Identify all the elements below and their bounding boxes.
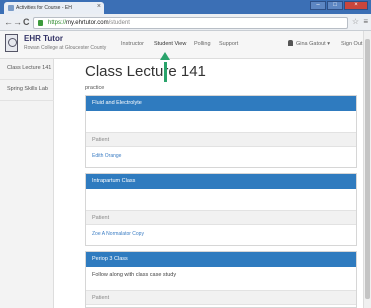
scrollbar[interactable] — [363, 31, 371, 308]
tab-close-icon[interactable]: × — [97, 3, 101, 10]
address-bar[interactable]: https://my.ehrtutor.com/student — [33, 17, 348, 29]
card-description — [86, 111, 356, 127]
patient-link[interactable]: Edith Orange — [92, 153, 121, 159]
activity-card: Fluid and Electrolyte Patient Edith Oran… — [85, 95, 357, 168]
user-name: Gina Gatout — [296, 41, 326, 47]
card-description — [86, 189, 356, 205]
chevron-down-icon: ▾ — [327, 41, 330, 47]
back-arrow-icon[interactable]: ← — [4, 17, 13, 27]
page-title: Class Lecture 141 — [85, 63, 206, 80]
sign-out-link[interactable]: Sign Out — [341, 41, 362, 47]
annotation-marker — [164, 62, 167, 82]
window-close-button[interactable]: × — [344, 1, 368, 10]
patient-label: Patient — [86, 210, 356, 225]
user-icon — [288, 40, 293, 46]
app-header: EHR Tutor Rowan College at Gloucester Co… — [0, 31, 363, 59]
lock-icon — [38, 20, 43, 26]
nav-polling[interactable]: Polling — [194, 41, 211, 47]
card-title[interactable]: Intrapartum Class — [86, 174, 356, 189]
browser-titlebar: Activities for Course - EH × – □ × — [0, 0, 371, 14]
tab-title: Activities for Course - EH — [16, 5, 72, 11]
url-path: /student — [108, 20, 130, 26]
activity-card: Periop 3 Class Follow along with class c… — [85, 251, 357, 308]
forward-arrow-icon[interactable]: → — [13, 17, 22, 27]
page-subtitle: practice — [85, 85, 105, 91]
patient-label: Patient — [86, 290, 356, 305]
sidebar: Class Lecture 141 Spring Skills Lab — [0, 59, 54, 308]
browser-toolbar: ← → C https://my.ehrtutor.com/student ☆ … — [0, 14, 371, 31]
activity-card: Intrapartum Class Patient Zoe A Normalat… — [85, 173, 357, 246]
ehr-tutor-logo-icon — [5, 34, 18, 52]
nav-support[interactable]: Support — [219, 41, 238, 47]
window-controls: – □ × — [310, 1, 368, 10]
card-description: Follow along with class case study — [92, 272, 177, 278]
pointer-arrow-icon — [160, 52, 170, 60]
sidebar-item-spring-skills-lab[interactable]: Spring Skills Lab — [0, 80, 54, 101]
card-title[interactable]: Periop 3 Class — [86, 252, 356, 267]
card-title[interactable]: Fluid and Electrolyte — [86, 96, 356, 111]
browser-tab[interactable]: Activities for Course - EH × — [4, 2, 104, 14]
maximize-button[interactable]: □ — [327, 1, 343, 10]
reload-icon[interactable]: C — [23, 17, 30, 27]
user-menu[interactable]: Gina Gatout ▾ — [296, 41, 330, 47]
minimize-button[interactable]: – — [310, 1, 326, 10]
browser-menu-icon[interactable]: ≡ — [363, 17, 368, 26]
patient-link[interactable]: Zoe A Normalator Copy — [92, 231, 144, 237]
nav-instructor[interactable]: Instructor — [121, 41, 144, 47]
url-domain: my.ehrtutor.com — [66, 20, 109, 26]
nav-student-view[interactable]: Student View — [154, 41, 186, 47]
sidebar-item-class-lecture-141[interactable]: Class Lecture 141 — [0, 59, 54, 80]
url-protocol: https:// — [48, 20, 67, 26]
bookmark-star-icon[interactable]: ☆ — [352, 17, 359, 26]
favicon-icon — [8, 5, 14, 11]
brand-title[interactable]: EHR Tutor — [24, 34, 63, 43]
brand-subtitle: Rowan College at Gloucester County — [24, 45, 107, 51]
patient-label: Patient — [86, 132, 356, 147]
scroll-thumb[interactable] — [365, 39, 370, 299]
